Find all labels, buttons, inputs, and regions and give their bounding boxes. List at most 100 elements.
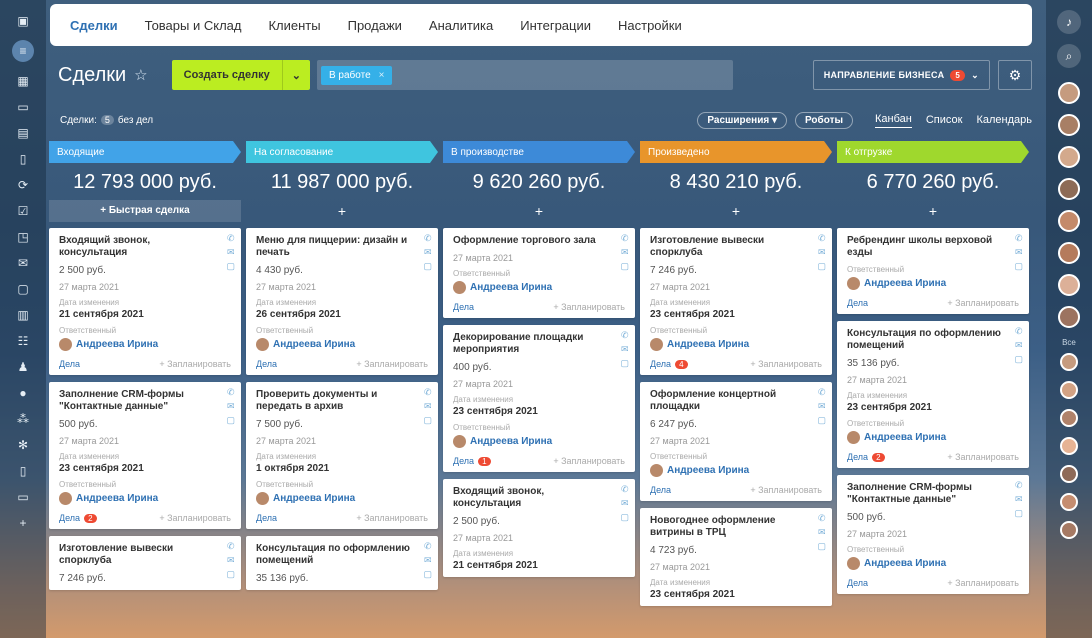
chevron-down-icon[interactable]: ⌄ [281, 60, 310, 90]
deal-title[interactable]: Новогоднее оформление витрины в ТРЦ [650, 515, 822, 539]
responsible-person[interactable]: Андреева Ирина [847, 431, 1019, 444]
tab-analytics[interactable]: Аналитика [429, 18, 493, 33]
deals-counter-suffix[interactable]: без дел [118, 115, 153, 126]
chat-icon[interactable]: ▢ [620, 262, 629, 271]
checklist-icon[interactable]: ☑ [15, 204, 31, 218]
schedule-link[interactable]: + Запланировать [553, 302, 625, 312]
robots-button[interactable]: Роботы [795, 111, 854, 129]
phone-icon[interactable]: ✆ [621, 234, 629, 243]
responsible-person[interactable]: Андреева Ирина [256, 492, 428, 505]
mail-icon[interactable]: ✉ [227, 402, 235, 411]
phone-icon[interactable]: ✆ [227, 542, 235, 551]
create-deal-label[interactable]: Создать сделку [172, 69, 282, 81]
activities-link[interactable]: Дела [847, 578, 868, 588]
avatar[interactable] [1060, 493, 1078, 511]
deal-card[interactable]: ✆ ✉ ▢ Новогоднее оформление витрины в ТРЦ 4 … [640, 508, 832, 606]
deal-title[interactable]: Входящий звонок, консультация [453, 486, 625, 510]
avatar[interactable] [1060, 381, 1078, 399]
chat-icon[interactable]: ▢ [423, 416, 432, 425]
stage-header[interactable]: На согласование [246, 141, 438, 163]
chat-icon[interactable]: ▢ [226, 262, 235, 271]
add-deal-icon[interactable]: + [443, 200, 635, 222]
search-icon[interactable]: ⌕ [1057, 44, 1081, 68]
menu-icon[interactable]: ▣ [15, 14, 31, 28]
phone-icon[interactable]: ✆ [1015, 327, 1023, 336]
deal-card[interactable]: ✆ ✉ ▢ Проверить документы и передать в архи… [246, 382, 438, 529]
close-icon[interactable]: × [379, 70, 385, 81]
deal-card[interactable]: ✆ ✉ ▢ Консультация по оформлению помещений 3… [246, 536, 438, 590]
schedule-link[interactable]: + Запланировать [947, 452, 1019, 462]
responsible-person[interactable]: Андреева Ирина [453, 435, 625, 448]
deal-title[interactable]: Консультация по оформлению помещений [847, 328, 1019, 352]
mail-icon[interactable]: ✉ [1015, 495, 1023, 504]
extensions-button[interactable]: Расширения ▾ [697, 111, 787, 129]
phone-icon[interactable]: ✆ [621, 485, 629, 494]
deal-card[interactable]: ✆ ✉ ▢ Оформление концертной площадки 6 247 р… [640, 382, 832, 501]
stage-header[interactable]: В производстве [443, 141, 635, 163]
person-name[interactable]: Андреева Ирина [76, 339, 158, 350]
mail-icon[interactable]: ✉ [424, 556, 432, 565]
mail-icon[interactable]: ✉ [227, 248, 235, 257]
person-name[interactable]: Андреева Ирина [273, 493, 355, 504]
business-direction-button[interactable]: НАПРАВЛЕНИЕ БИЗНЕСА 5 ⌄ [812, 60, 990, 90]
add-deal-icon[interactable]: + [246, 200, 438, 222]
sync-icon[interactable]: ⟳ [15, 178, 31, 192]
stage-header[interactable]: К отгрузке [837, 141, 1029, 163]
contact-card-icon[interactable]: ▤ [15, 126, 31, 140]
phone-icon[interactable]: ✆ [818, 234, 826, 243]
responsible-person[interactable]: Андреева Ирина [847, 277, 1019, 290]
avatar[interactable] [1060, 521, 1078, 539]
deal-card[interactable]: ✆ ✉ ▢ Заполнение CRM-формы "Контактные данн… [49, 382, 241, 529]
person-name[interactable]: Андреева Ирина [470, 436, 552, 447]
chat-icon[interactable]: ▢ [15, 282, 31, 296]
activities-link[interactable]: Дела [650, 485, 671, 495]
schedule-link[interactable]: + Запланировать [159, 359, 231, 369]
responsible-person[interactable]: Андреева Ирина [256, 338, 428, 351]
mail-icon[interactable]: ✉ [227, 556, 235, 565]
group-icon[interactable]: ☷ [15, 334, 31, 348]
deal-card[interactable]: ✆ ✉ ▢ Изготовление вывески спорклуба 7 246 р… [640, 228, 832, 375]
chat-icon[interactable]: ▢ [620, 359, 629, 368]
chat-icon[interactable]: ▢ [620, 513, 629, 522]
responsible-person[interactable]: Андреева Ирина [650, 464, 822, 477]
avatar[interactable] [1058, 146, 1080, 168]
chat-icon[interactable]: ▢ [1014, 509, 1023, 518]
responsible-person[interactable]: Андреева Ирина [650, 338, 822, 351]
grid-icon[interactable]: ▦ [15, 74, 31, 88]
person-name[interactable]: Андреева Ирина [76, 493, 158, 504]
person-name[interactable]: Андреева Ирина [864, 432, 946, 443]
schedule-link[interactable]: + Запланировать [159, 513, 231, 523]
tab-products[interactable]: Товары и Склад [145, 18, 242, 33]
mail-icon[interactable]: ✉ [15, 256, 31, 270]
chat-icon[interactable]: ▢ [226, 570, 235, 579]
schedule-link[interactable]: + Запланировать [356, 359, 428, 369]
deal-title[interactable]: Изготовление вывески спорклуба [650, 235, 822, 259]
mail-icon[interactable]: ✉ [1015, 341, 1023, 350]
person-name[interactable]: Андреева Ирина [470, 282, 552, 293]
filter-input[interactable]: В работе × [316, 60, 733, 90]
activities-link[interactable]: Дела [256, 359, 277, 369]
schedule-link[interactable]: + Запланировать [947, 298, 1019, 308]
view-kanban[interactable]: Канбан [875, 113, 912, 128]
deal-title[interactable]: Декорирование площадки мероприятия [453, 332, 625, 356]
add-icon[interactable]: + [15, 516, 31, 530]
mail-icon[interactable]: ✉ [424, 402, 432, 411]
tab-deals[interactable]: Сделки [70, 18, 118, 33]
mail-icon[interactable]: ✉ [621, 248, 629, 257]
star-icon[interactable]: ☆ [134, 66, 147, 84]
deal-title[interactable]: Изготовление вывески спорклуба [59, 543, 231, 567]
phone-icon[interactable]: ✆ [818, 514, 826, 523]
create-deal-button[interactable]: Создать сделку ⌄ [171, 60, 310, 90]
responsible-person[interactable]: Андреева Ирина [59, 492, 231, 505]
tab-integrations[interactable]: Интеграции [520, 18, 591, 33]
person-name[interactable]: Андреева Ирина [667, 339, 749, 350]
add-deal-icon[interactable]: + [837, 200, 1029, 222]
filter-icon[interactable]: ≡ [12, 40, 34, 62]
phone-icon[interactable]: ✆ [424, 542, 432, 551]
activities-link[interactable]: Дела [453, 302, 474, 312]
tab-clients[interactable]: Клиенты [268, 18, 320, 33]
avatar[interactable] [1060, 437, 1078, 455]
circle-icon[interactable]: ● [15, 386, 31, 400]
deal-card[interactable]: ✆ ✉ ▢ Меню для пиццерии: дизайн и печать 4 4… [246, 228, 438, 375]
chat-icon[interactable]: ▢ [817, 416, 826, 425]
